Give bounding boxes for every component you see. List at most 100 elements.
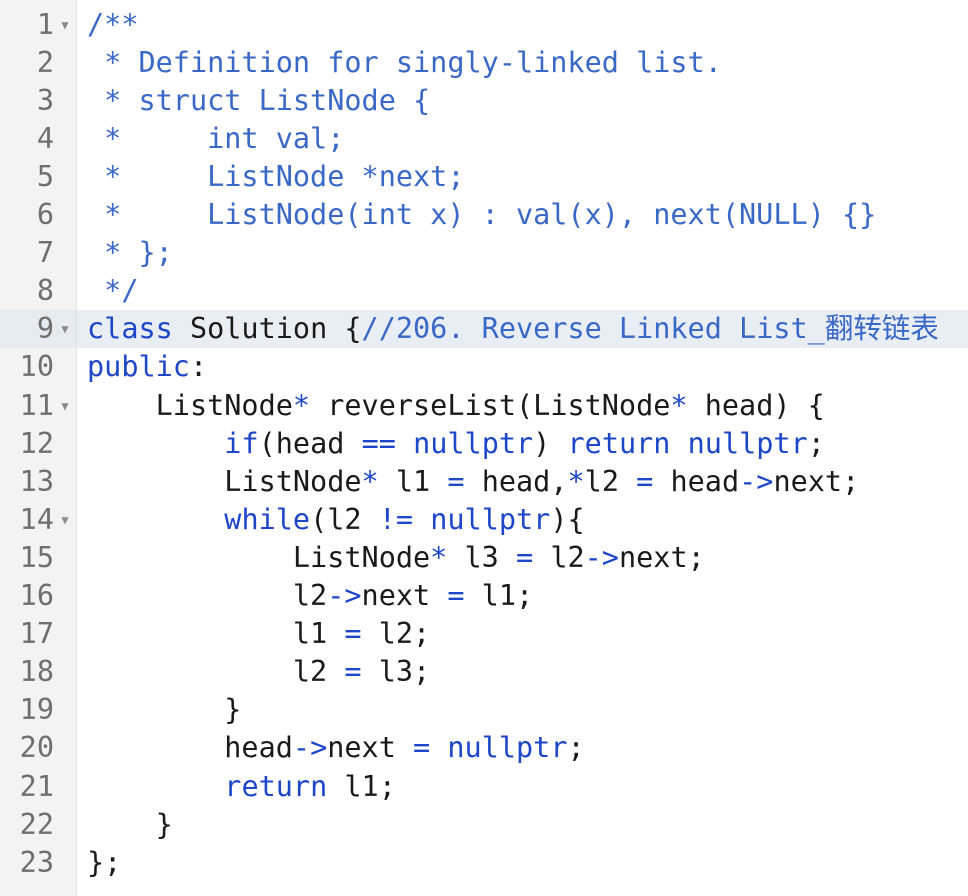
caret-down-icon[interactable]: ▼ <box>59 387 71 425</box>
code-token: if <box>224 426 259 460</box>
code-token: l2 <box>87 579 328 612</box>
line-number-label: 10 <box>19 350 54 384</box>
code-token: ListNode <box>87 388 293 422</box>
code-token: = <box>636 464 654 498</box>
code-token: Solution { <box>172 312 362 346</box>
code-token: = <box>344 617 362 651</box>
code-line[interactable]: * ListNode *next; <box>77 158 968 196</box>
code-token: public <box>87 350 190 384</box>
code-token: ){ <box>550 502 585 536</box>
code-token: * ListNode(int x) : val(x), next(NULL) {… <box>87 198 877 231</box>
line-number: 11 ▼ <box>0 387 76 425</box>
line-number: 4 <box>0 120 76 158</box>
code-token: * int val; <box>87 121 345 155</box>
line-number-label: 22 <box>19 807 54 841</box>
code-line[interactable]: } <box>77 691 968 729</box>
line-number: 3 <box>0 82 76 120</box>
line-number-label: 6 <box>36 198 54 231</box>
code-line[interactable]: l1 = l2; <box>77 615 968 653</box>
code-line[interactable]: l2->next = l1; <box>77 577 968 615</box>
code-token: -> <box>292 731 328 765</box>
code-line[interactable]: head->next = nullptr; <box>77 729 968 767</box>
code-token: * <box>670 388 688 422</box>
line-number: 1 ▼ <box>0 6 76 44</box>
line-number: 5 <box>0 158 76 196</box>
line-number-label: 14 <box>19 502 54 536</box>
code-token: next; <box>773 464 860 498</box>
code-token: = <box>344 655 362 689</box>
code-token: nullptr <box>430 502 551 536</box>
code-token: /** <box>87 7 139 41</box>
caret-down-icon[interactable]: ▼ <box>59 501 71 539</box>
code-line[interactable]: } <box>77 806 968 844</box>
code-token: * <box>292 388 311 422</box>
code-token: -> <box>584 540 619 574</box>
code-token: l2; <box>361 617 431 651</box>
line-number-label: 23 <box>19 845 54 879</box>
line-number: 12 <box>0 425 76 463</box>
code-token: != <box>378 502 414 536</box>
line-number: 2 <box>0 44 76 82</box>
line-number-gutter: 1 ▼ 2 3 4 5 6 7 8 9 ▼ 10 11 ▼ 12 13 14 ▼ 15 16 17 18 19 20 21 22 2… <box>0 0 77 896</box>
code-token: class <box>87 312 173 346</box>
line-number-label: 9 <box>36 312 54 346</box>
line-number: 13 <box>0 463 76 501</box>
code-line[interactable]: public: <box>77 348 968 386</box>
code-editor[interactable]: 1 ▼ 2 3 4 5 6 7 8 9 ▼ 10 11 ▼ 12 13 14 ▼ 15 16 17 18 19 20 21 22 2… <box>0 0 968 896</box>
code-token: next <box>327 731 414 765</box>
code-token: head, <box>464 464 568 498</box>
code-token: == <box>361 426 396 460</box>
code-token: l3 <box>447 540 516 574</box>
code-line[interactable]: while(l2 != nullptr){ <box>77 501 968 539</box>
caret-down-icon[interactable]: ▼ <box>59 310 71 348</box>
code-token: * ListNode *next; <box>87 159 465 193</box>
code-token: */ <box>87 274 139 308</box>
line-number: 10 <box>0 348 76 386</box>
code-line[interactable]: /** <box>77 6 968 44</box>
code-line[interactable]: * int val; <box>77 120 968 158</box>
code-line[interactable]: if(head == nullptr) return nullptr; <box>77 425 968 463</box>
line-number-label: 2 <box>36 45 54 79</box>
code-token: nullptr <box>447 731 568 765</box>
code-line[interactable]: * Definition for singly-linked list. <box>77 44 968 82</box>
code-line[interactable]: }; <box>77 844 968 882</box>
code-line[interactable]: ListNode* l1 = head,*l2 = head->next; <box>77 463 968 501</box>
code-line[interactable]: * }; <box>77 234 968 272</box>
code-line[interactable]: l2 = l3; <box>77 653 968 691</box>
code-token: ListNode <box>87 540 431 574</box>
code-token: = <box>447 464 465 498</box>
line-number-label: 4 <box>36 121 54 155</box>
code-line[interactable]: return l1; <box>77 768 968 806</box>
code-token: * <box>361 464 379 498</box>
line-number: 14 ▼ <box>0 501 76 539</box>
code-token: = <box>447 579 465 612</box>
code-line[interactable]: * ListNode(int x) : val(x), next(NULL) {… <box>77 196 968 234</box>
line-number-label: 12 <box>19 426 54 460</box>
code-area[interactable]: /** * Definition for singly-linked list.… <box>77 0 968 896</box>
code-token: ; <box>807 426 825 460</box>
line-number: 21 <box>0 768 76 806</box>
code-token: * struct ListNode { <box>87 83 431 117</box>
code-line[interactable]: * struct ListNode { <box>77 82 968 120</box>
code-token: next <box>361 579 448 612</box>
code-token: l2 <box>87 655 345 689</box>
code-token: * <box>430 540 448 574</box>
code-line[interactable]: ListNode* reverseList(ListNode* head) { <box>77 387 968 425</box>
line-number-label: 20 <box>19 731 54 765</box>
line-number: 15 <box>0 539 76 577</box>
code-token: head <box>653 464 740 498</box>
code-token: head) { <box>687 388 825 422</box>
code-token: (head <box>258 426 362 460</box>
code-line[interactable]: */ <box>77 272 968 310</box>
line-number-label: 13 <box>19 464 54 498</box>
caret-down-icon[interactable]: ▼ <box>59 6 71 44</box>
code-line[interactable]: class Solution {//206. Reverse Linked Li… <box>77 310 968 349</box>
code-token: * }; <box>87 236 173 270</box>
line-number-label: 15 <box>19 540 54 574</box>
code-line[interactable]: ListNode* l3 = l2->next; <box>77 539 968 577</box>
